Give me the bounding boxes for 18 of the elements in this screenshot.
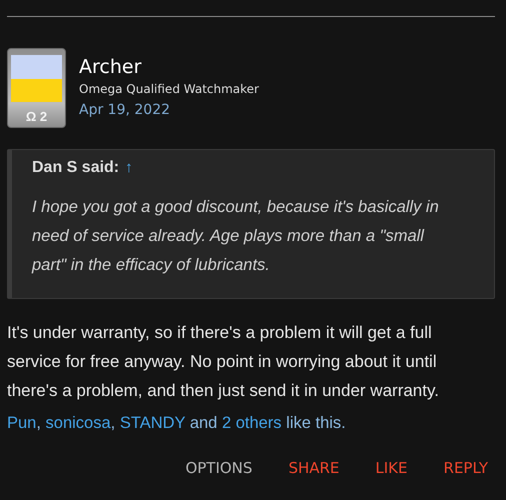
- user-title: Omega Qualified Watchmaker: [79, 81, 259, 98]
- action-link[interactable]: REPLY: [408, 455, 488, 481]
- action-link[interactable]: LIKE: [339, 455, 408, 481]
- quote-text: I hope you got a good discount, because it's basically in need of service already. Age plays more than a "small part" in the efficacy of lubricants.: [32, 197, 440, 276]
- post-date[interactable]: Apr 19, 2022: [79, 99, 170, 121]
- user-link[interactable]: 2 others: [222, 414, 282, 432]
- jump-link[interactable]: ↑: [125, 159, 133, 176]
- post-text: It's under warranty, so if there's a problem it will get a full service for free anyway. No point in worrying about it until there's a problem, and then just send it in under warranty.: [7, 322, 440, 402]
- action-link[interactable]: OPTIONS: [149, 455, 252, 481]
- user-link[interactable]: Pun: [7, 414, 36, 432]
- likes-text: Pun, sonicosa, STANDY and 2 others like this.: [7, 413, 347, 434]
- rank-label: Ω 2: [26, 109, 48, 124]
- user-link[interactable]: STANDY: [120, 414, 186, 432]
- flag-icon: [11, 55, 62, 102]
- author-name[interactable]: Archer: [79, 55, 142, 79]
- quote-attribution: Dan S said:: [32, 159, 120, 177]
- user-link[interactable]: sonicosa: [46, 414, 111, 432]
- action-link[interactable]: SHARE: [252, 455, 340, 481]
